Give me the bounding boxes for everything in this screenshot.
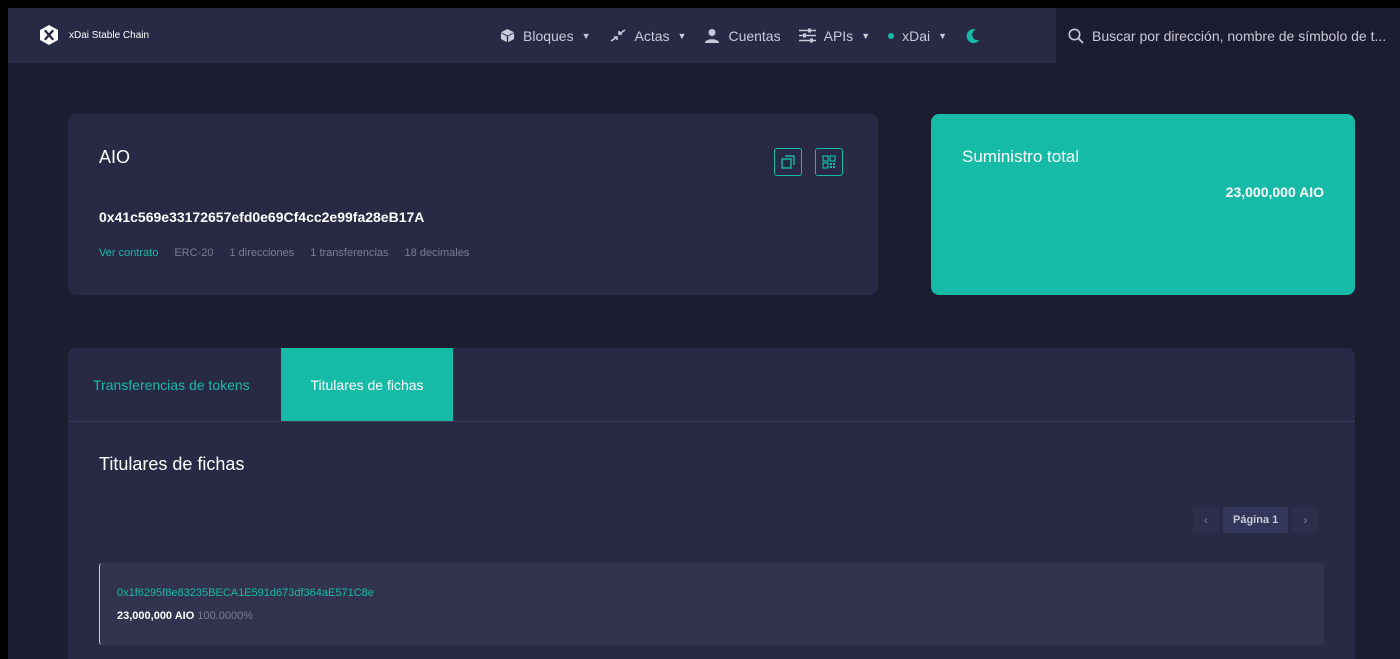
- brand[interactable]: xDai Stable Chain: [39, 25, 149, 45]
- search-bar[interactable]: [1056, 8, 1400, 63]
- network-dot-icon: [888, 32, 895, 39]
- sliders-icon: [798, 28, 816, 43]
- holders-card: Transferencias de tokens Titulares de fi…: [68, 348, 1355, 659]
- nav-apis-label: APIs: [823, 27, 854, 44]
- token-actions: [774, 148, 856, 176]
- copy-icon: [781, 155, 795, 169]
- nav-transactions[interactable]: Actas ▼: [609, 27, 687, 44]
- chevron-right-icon: ›: [1303, 513, 1308, 527]
- nav-blocks-label: Bloques: [523, 27, 574, 44]
- holder-row: 0x1f6295f8e83235BECA1E591d673df364aE571C…: [99, 563, 1324, 645]
- user-icon: [705, 28, 720, 43]
- xdai-logo-icon: [40, 25, 58, 45]
- total-supply-title: Suministro total: [962, 147, 1080, 166]
- token-addresses-count: 1 direcciones: [229, 247, 295, 259]
- total-supply-value: 23,000,000 AIO: [1225, 184, 1324, 200]
- copy-address-button[interactable]: [774, 148, 802, 176]
- token-details-card: AIO 0x41c569e33172657efd0e69Cf4cc2e99fa2…: [68, 114, 878, 295]
- app-frame: xDai Stable Chain Bloques ▼ Actas ▼ Cuen…: [8, 8, 1400, 659]
- token-standard: ERC-20: [174, 247, 214, 259]
- transactions-icon: [610, 29, 625, 42]
- holder-percentage: 100.0000%: [197, 610, 253, 622]
- tab-token-holders[interactable]: Titulares de fichas: [281, 348, 453, 421]
- nav-transactions-label: Actas: [634, 27, 670, 44]
- theme-toggle[interactable]: [965, 28, 981, 44]
- token-tabs: Transferencias de tokens Titulares de fi…: [68, 348, 1355, 422]
- nav-menu: Bloques ▼ Actas ▼ Cuentas APIs ▼ xDai ▼: [500, 8, 981, 63]
- chevron-left-icon: ‹: [1204, 513, 1208, 527]
- brand-name: xDai Stable Chain: [69, 29, 150, 41]
- nav-blocks[interactable]: Bloques ▼: [500, 28, 591, 44]
- holder-balance-value: 23,000,000 AIO: [117, 610, 195, 622]
- token-name: AIO: [99, 147, 131, 167]
- caret-down-icon: ▼: [677, 30, 687, 41]
- pagination: ‹ Página 1 ›: [1193, 507, 1319, 533]
- holders-section-title: Titulares de fichas: [99, 454, 245, 474]
- search-input[interactable]: [1092, 27, 1392, 44]
- token-meta: Ver contrato ERC-20 1 direcciones 1 tran…: [99, 247, 485, 259]
- total-supply-card: Suministro total 23,000,000 AIO: [931, 114, 1355, 295]
- tab-token-transfers[interactable]: Transferencias de tokens: [93, 348, 250, 421]
- qr-code-button[interactable]: [815, 148, 843, 176]
- next-page-button[interactable]: ›: [1292, 507, 1319, 533]
- cube-icon: [500, 28, 515, 43]
- search-icon: [1068, 28, 1084, 44]
- view-contract-link[interactable]: Ver contrato: [99, 247, 158, 259]
- holder-address-link[interactable]: 0x1f6295f8e83235BECA1E591d673df364aE571C…: [117, 587, 374, 599]
- top-navbar: xDai Stable Chain Bloques ▼ Actas ▼ Cuen…: [8, 8, 1400, 63]
- caret-down-icon: ▼: [581, 30, 591, 41]
- caret-down-icon: ▼: [938, 30, 948, 41]
- nav-network-label: xDai: [902, 27, 931, 44]
- nav-apis[interactable]: APIs ▼: [798, 27, 871, 44]
- nav-network[interactable]: xDai ▼: [888, 28, 947, 44]
- caret-down-icon: ▼: [861, 30, 871, 41]
- token-decimals: 18 decimales: [404, 247, 470, 259]
- moon-icon: [966, 28, 980, 43]
- holder-balance: 23,000,000 AIO 100.0000%: [117, 610, 253, 622]
- token-contract-address: 0x41c569e33172657efd0e69Cf4cc2e99fa28eB1…: [99, 209, 425, 225]
- token-transfers-count: 1 transferencias: [310, 247, 389, 259]
- nav-accounts-label: Cuentas: [728, 27, 781, 44]
- qr-code-icon: [822, 155, 836, 169]
- nav-accounts[interactable]: Cuentas: [704, 27, 781, 44]
- previous-page-button[interactable]: ‹: [1193, 507, 1219, 533]
- current-page-label: Página 1: [1223, 507, 1289, 533]
